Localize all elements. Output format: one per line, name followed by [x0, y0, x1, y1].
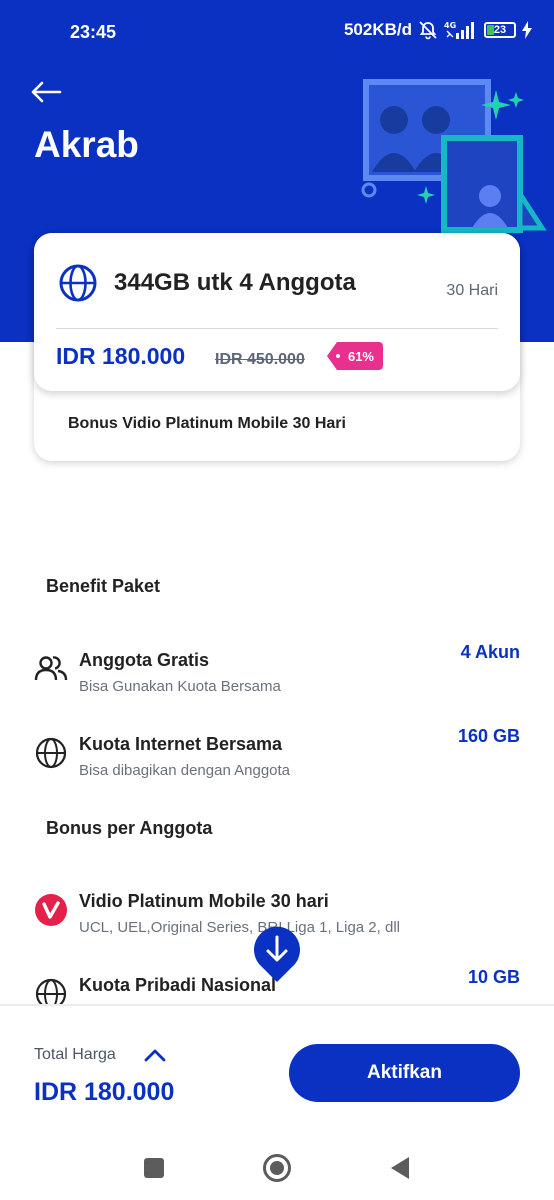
family-photo-illustration — [361, 79, 547, 233]
expand-total-button[interactable] — [142, 1044, 168, 1066]
globe-icon — [35, 978, 67, 1005]
network-type: 4G — [444, 21, 456, 30]
total-label: Total Harga — [34, 1046, 116, 1063]
benefit-desc: Bisa dibagikan dengan Anggota — [79, 762, 291, 779]
bonus-section-title: Bonus per Anggota — [46, 818, 213, 838]
mute-bell-icon — [418, 20, 438, 40]
divider — [56, 328, 498, 329]
home-circle-icon — [263, 1154, 291, 1182]
package-summary: 344GB utk 4 Anggota 30 Hari IDR 180.000 … — [34, 233, 520, 391]
home-button[interactable] — [261, 1152, 293, 1184]
discount-badge: 61% — [327, 342, 383, 370]
activate-button[interactable]: Aktifkan — [289, 1044, 520, 1102]
battery-icon: 23 — [484, 22, 516, 38]
system-nav-bar — [0, 1134, 554, 1200]
bonus-desc: UCL, UEL,Original Series, BRI Liga 1, Li… — [79, 919, 400, 936]
battery-fill — [487, 25, 494, 35]
package-old-price: IDR 450.000 — [215, 351, 305, 368]
benefit-value: 4 Akun — [460, 642, 520, 662]
bonus-value: 10 GB — [467, 967, 520, 987]
bonus-name: Vidio Platinum Mobile 30 hari — [79, 891, 329, 911]
discount-value: 61% — [347, 348, 374, 364]
benefit-desc: Bisa Gunakan Kuota Bersama — [79, 678, 281, 695]
signal-icon: 4G — [444, 20, 478, 40]
back-nav-button[interactable] — [384, 1152, 416, 1184]
status-indicators: 502KB/d 4G 23 — [344, 20, 532, 40]
tag-hole — [336, 354, 340, 358]
checkout-panel: Total Harga IDR 180.000 Aktifkan — [0, 1004, 554, 1134]
benefit-item-shared-quota: Kuota Internet Bersama Bisa dibagikan de… — [34, 724, 520, 784]
globe-icon — [59, 264, 97, 302]
page-title: Akrab — [34, 124, 139, 165]
package-name: 344GB utk 4 Anggota — [114, 269, 356, 296]
square-icon — [144, 1158, 164, 1178]
package-duration: 30 Hari — [446, 282, 498, 299]
globe-icon — [35, 737, 67, 769]
chevron-up-icon — [144, 1049, 166, 1062]
charging-icon — [522, 21, 532, 39]
back-button[interactable] — [28, 74, 64, 110]
benefit-value: 160 GB — [457, 726, 520, 746]
bonus-name: Kuota Pribadi Nasional — [79, 975, 277, 995]
arrow-left-icon — [31, 81, 62, 103]
benefit-name: Kuota Internet Bersama — [79, 734, 283, 754]
triangle-back-icon — [391, 1157, 409, 1179]
benefit-section-title: Benefit Paket — [46, 576, 161, 596]
package-card: 344GB utk 4 Anggota 30 Hari IDR 180.000 … — [34, 233, 520, 461]
network-speed: 502KB/d — [343, 20, 412, 39]
battery-level: 23 — [493, 24, 507, 36]
benefit-item-free-members: Anggota Gratis Bisa Gunakan Kuota Bersam… — [34, 640, 520, 700]
package-price: IDR 180.000 — [56, 343, 186, 369]
total-amount: IDR 180.000 — [34, 1078, 175, 1106]
status-bar: 23:45 502KB/d 4G 23 — [0, 0, 554, 64]
vidio-logo-icon — [35, 894, 67, 926]
recents-button[interactable] — [138, 1152, 170, 1184]
group-icon — [34, 656, 68, 681]
status-time: 23:45 — [70, 22, 117, 42]
package-bonus: Bonus Vidio Platinum Mobile 30 Hari — [68, 415, 346, 432]
scroll-down-button[interactable] — [254, 926, 300, 982]
benefit-name: Anggota Gratis — [79, 650, 210, 670]
